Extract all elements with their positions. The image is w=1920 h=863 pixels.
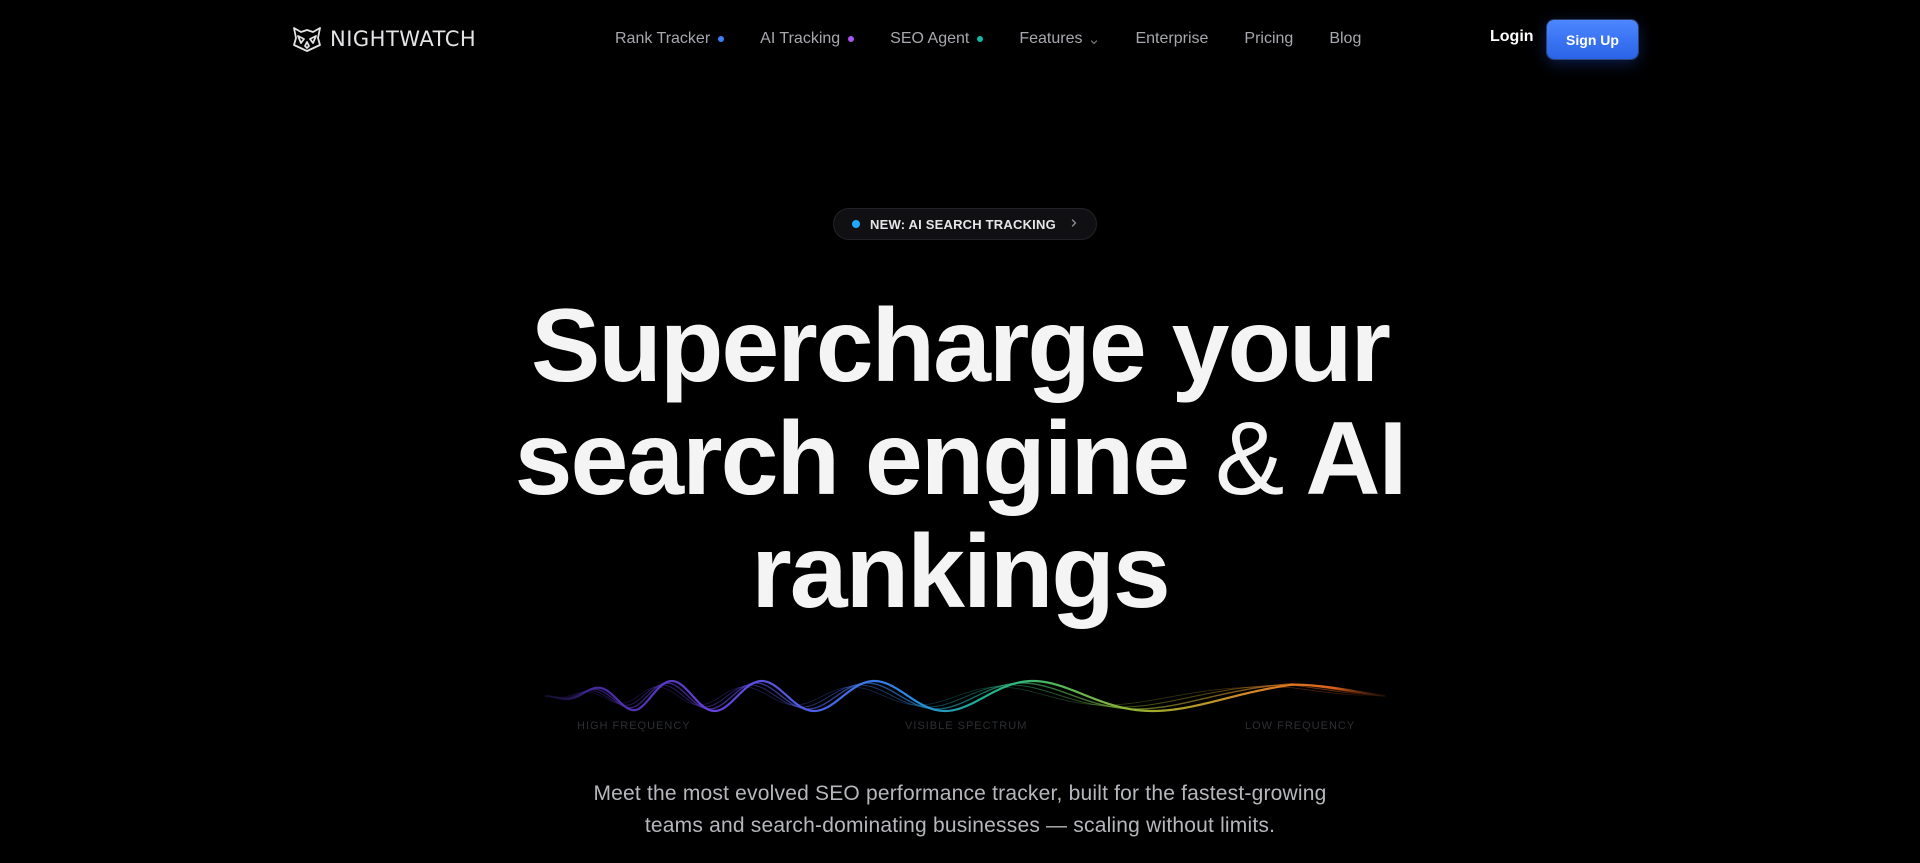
badge-label: NEW: AI SEARCH TRACKING <box>870 216 1056 232</box>
hero-heading: Supercharge your search engine & AI rank… <box>360 290 1560 629</box>
nav-link-label: Blog <box>1329 30 1362 47</box>
nav-link-label: SEO Agent <box>890 30 970 47</box>
nav-links: Rank Tracker AI Tracking SEO Agent Featu… <box>615 26 1397 52</box>
hero-heading-line-2: search engine & AI <box>360 403 1560 516</box>
spectrum-wave-strand <box>545 684 1385 708</box>
nav-link-features[interactable]: Features <box>1019 30 1099 48</box>
nav-link-label: Enterprise <box>1135 30 1209 47</box>
brand-name: NIGHTWATCH <box>330 27 477 51</box>
hero-description-line-1: Meet the most evolved SEO performance tr… <box>593 782 1327 805</box>
nav-link-blog[interactable]: Blog <box>1329 30 1361 48</box>
hero-description-line-2: teams and search-dominating businesses —… <box>644 814 1276 837</box>
nav-link-label: AI Tracking <box>760 30 841 47</box>
top-navigation: NIGHTWATCH Rank Tracker AI Tracking SEO … <box>0 0 1920 78</box>
nav-link-label: Rank Tracker <box>615 30 711 47</box>
status-dot-icon <box>848 36 855 42</box>
announcement-badge[interactable]: NEW: AI SEARCH TRACKING <box>833 208 1097 240</box>
hero-heading-text: search engine <box>514 401 1215 517</box>
nightwatch-logo[interactable]: NIGHTWATCH <box>292 24 476 54</box>
status-dot-icon <box>718 36 725 42</box>
nav-link-enterprise[interactable]: Enterprise <box>1135 30 1208 48</box>
nav-link-rank-tracker[interactable]: Rank Tracker <box>615 30 725 48</box>
hero-heading-line-3: rankings <box>751 514 1170 630</box>
nav-link-label: Features <box>1019 30 1083 47</box>
hero-heading-text: AI <box>1282 401 1407 517</box>
page: NIGHTWATCH Rank Tracker AI Tracking SEO … <box>0 0 1920 863</box>
chevron-down-icon <box>1089 34 1099 45</box>
visible-spectrum-label: VISIBLE SPECTRUM <box>905 720 1028 732</box>
low-frequency-label: LOW FREQUENCY <box>1245 720 1356 732</box>
spectrum-wave-strand <box>545 679 1385 713</box>
hero-description: Meet the most evolved SEO performance tr… <box>460 778 1460 842</box>
chevron-right-icon <box>1070 215 1078 233</box>
owl-logo-icon <box>292 26 322 52</box>
high-frequency-label: HIGH FREQUENCY <box>577 720 691 732</box>
ampersand: & <box>1214 401 1284 517</box>
badge-dot-icon <box>852 220 860 228</box>
nav-link-seo-agent[interactable]: SEO Agent <box>890 30 984 48</box>
sign-up-button[interactable]: Sign Up <box>1547 20 1638 59</box>
nav-link-ai-tracking[interactable]: AI Tracking <box>760 30 855 48</box>
login-link[interactable]: Login <box>1490 28 1534 46</box>
nav-link-label: Pricing <box>1244 30 1294 47</box>
nav-link-pricing[interactable]: Pricing <box>1244 30 1293 48</box>
status-dot-icon <box>977 36 984 42</box>
hero-heading-line-1: Supercharge your <box>530 288 1391 404</box>
